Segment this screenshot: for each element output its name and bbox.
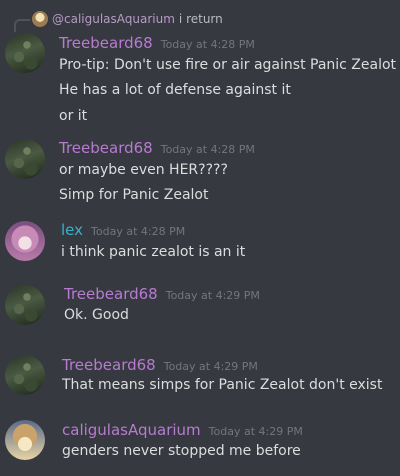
avatar[interactable] — [5, 221, 45, 261]
message-text: genders never stopped me before — [62, 443, 301, 459]
message-text: He has a lot of defense against it — [59, 82, 291, 98]
avatar[interactable] — [5, 285, 45, 325]
username[interactable]: lex — [61, 221, 83, 239]
avatar[interactable] — [5, 355, 45, 395]
timestamp: Today at 4:29 PM — [165, 289, 260, 302]
reply-avatar — [32, 11, 48, 27]
username[interactable]: caligulasAquarium — [62, 421, 201, 439]
avatar[interactable] — [5, 139, 45, 179]
message-text: That means simps for Panic Zealot don't … — [62, 377, 383, 393]
avatar[interactable] — [5, 420, 45, 460]
timestamp: Today at 4:29 PM — [208, 425, 303, 438]
avatar[interactable] — [5, 33, 45, 73]
timestamp: Today at 4:28 PM — [160, 38, 255, 51]
message-text: Simp for Panic Zealot — [59, 187, 209, 203]
username[interactable]: Treebeard68 — [64, 285, 158, 303]
username[interactable]: Treebeard68 — [59, 139, 153, 157]
message-text: Ok. Good — [64, 307, 129, 323]
timestamp: Today at 4:28 PM — [160, 143, 255, 156]
reply-reference[interactable]: @caligulasAquarium i return — [32, 10, 223, 28]
message-text: or it — [59, 108, 88, 124]
message-text: i think panic zealot is an it — [61, 244, 246, 260]
reply-username[interactable]: @caligulasAquarium — [52, 12, 175, 26]
reply-text: i return — [178, 12, 223, 26]
timestamp: Today at 4:28 PM — [91, 225, 186, 238]
username[interactable]: Treebeard68 — [62, 356, 156, 374]
timestamp: Today at 4:29 PM — [163, 360, 258, 373]
message-text: or maybe even HER???? — [59, 162, 228, 178]
message-text: Pro-tip: Don't use fire or air against P… — [59, 57, 397, 73]
reply-spine — [14, 19, 30, 32]
username[interactable]: Treebeard68 — [59, 34, 153, 52]
